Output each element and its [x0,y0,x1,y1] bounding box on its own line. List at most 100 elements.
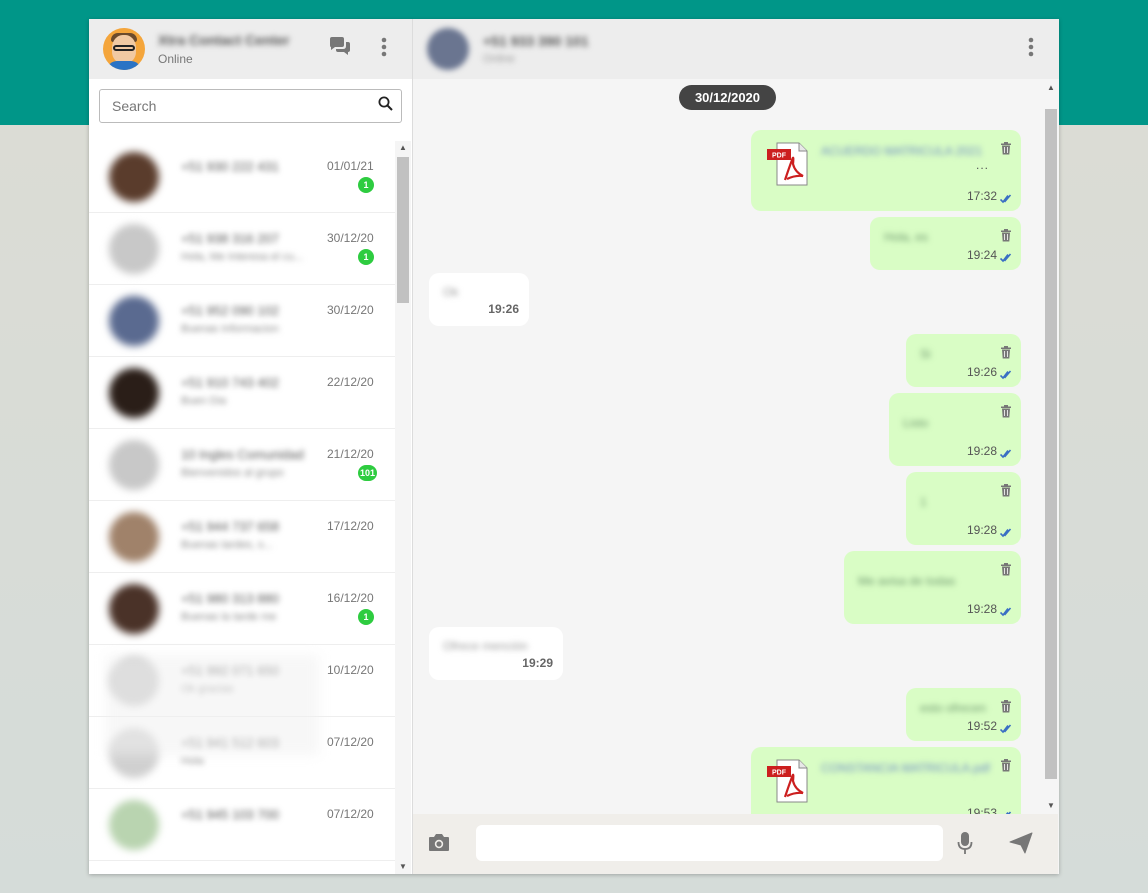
avatar [109,368,159,418]
avatar [109,584,159,634]
avatar [109,512,159,562]
chat-list-item[interactable]: +51 980 313 880 Buenas la tarde me 16/12/2… [89,573,411,645]
my-name: Xtra Contact Center [158,32,290,48]
scrollbar-thumb[interactable] [397,157,409,303]
message-scrollbar[interactable]: ▲ ▼ [1043,79,1059,815]
message-text: esto ofrecen [920,701,987,715]
message-time: 17:32 [966,189,997,203]
outgoing-message[interactable]: Me avisa de todas 19:28 [844,551,1021,624]
scrollbar-thumb[interactable] [1045,109,1057,779]
send-icon[interactable] [1009,832,1033,859]
chat-preview: Hola [181,755,204,767]
date-separator: 30/12/2020 [679,85,776,110]
avatar[interactable] [103,28,145,70]
delete-icon[interactable] [1000,759,1012,772]
message-time: 19:52 [966,719,997,733]
scroll-down-icon[interactable]: ▼ [1043,799,1059,813]
attachment-name[interactable]: ACUERDO MATRICULA 2021 [821,144,982,158]
chat-date: 10/12/20 [327,663,374,677]
read-receipt-icon [999,250,1012,263]
chat-list-item[interactable]: +51 945 103 700 07/12/20 [89,789,411,861]
scroll-up-icon[interactable]: ▲ [395,141,411,155]
read-receipt-icon [999,367,1012,380]
more-text: ... [976,158,990,172]
avatar [109,440,159,490]
chat-preview: Bienvenidos al grupo [181,467,284,479]
chat-name: 10 Ingles Comunidad [181,447,304,462]
conversation-header: +51 933 390 101 Online [413,19,1059,79]
contact-avatar[interactable] [427,28,469,70]
outgoing-message[interactable]: Si 19:26 [906,334,1021,387]
read-receipt-icon [999,721,1012,734]
message-time: 19:28 [966,523,997,537]
message-text: Me avisa de todas [858,574,956,588]
chat-name: +51 980 313 880 [181,591,279,606]
outgoing-message[interactable]: 1 19:28 [906,472,1021,545]
delete-icon[interactable] [1000,484,1012,497]
outgoing-message[interactable]: esto ofrecen 19:52 [906,688,1021,741]
delete-icon[interactable] [1000,346,1012,359]
delete-icon[interactable] [1000,405,1012,418]
message-text: Si [920,347,931,361]
outgoing-message[interactable]: PDF ACUERDO MATRICULA 2021... 17:32 [751,130,1021,211]
unread-badge: 101 [358,465,378,481]
message-time: 19:29 [522,656,553,670]
delete-icon[interactable] [1000,700,1012,713]
chat-name: +51 930 222 431 [181,159,279,174]
menu-icon[interactable] [372,35,396,59]
microphone-icon[interactable] [957,831,973,860]
new-chat-icon[interactable] [328,35,352,59]
outgoing-message[interactable]: Listo 19:28 [889,393,1021,466]
chat-list-item[interactable]: +51 944 737 658 Buenas tardes, s... 17/12/… [89,501,411,573]
unread-badge: 1 [358,249,374,265]
incoming-message[interactable]: Ok 19:26 [429,273,529,326]
chat-name: +51 952 090 102 [181,303,279,318]
scroll-up-icon[interactable]: ▲ [1043,81,1059,95]
chat-date: 30/12/20 [327,231,374,245]
contact-name: +51 933 390 101 [483,33,589,49]
message-text: 1 [920,495,927,509]
message-text: Ofrece mención [443,639,528,653]
chat-name: +51 910 743 402 [181,375,279,390]
message-text: Ok [443,285,459,299]
pdf-file-icon[interactable]: PDF [765,757,813,805]
delete-icon[interactable] [1000,142,1012,155]
avatar [109,800,159,850]
delete-icon[interactable] [1000,229,1012,242]
message-time: 19:28 [966,602,997,616]
scroll-down-icon[interactable]: ▼ [395,860,411,874]
svg-text:PDF: PDF [772,770,787,777]
message-area: 30/12/2020 PDF ACUERDO MATRICULA 2021... 1… [413,79,1042,815]
search-input[interactable] [112,98,378,114]
chat-list: +51 930 222 431 01/01/21 1 +51 938 316 207 H… [89,141,411,874]
chat-list-item[interactable]: 10 Ingles Comunidad Bienvenidos al grupo 2… [89,429,411,501]
chat-date: 22/12/20 [327,375,374,389]
camera-icon[interactable] [427,833,451,858]
outgoing-message[interactable]: Hola, es 19:24 [870,217,1021,270]
chat-preview: Hola, Me Interesa el cu... [181,251,304,263]
delete-icon[interactable] [1000,563,1012,576]
chat-date: 16/12/20 [327,591,374,605]
chat-list-item[interactable]: +51 930 222 431 01/01/21 1 [89,141,411,213]
chat-list-item[interactable]: +51 938 316 207 Hola, Me Interesa el cu..… [89,213,411,285]
message-input[interactable] [476,825,943,861]
outgoing-message[interactable]: PDF CONSTANCIA MATRICULA.pdf 19:53 [751,747,1021,815]
chat-preview: Buenas tardes, s... [181,539,273,551]
sidebar: Xtra Contact Center Online Search +51 93… [89,19,413,874]
chat-list-item[interactable]: +51 910 743 402 Buen Dia 22/12/20 [89,357,411,429]
attachment-name[interactable]: CONSTANCIA MATRICULA.pdf [821,761,990,775]
chat-preview: Buenas la tarde me [181,611,277,623]
my-status: Online [158,52,193,66]
read-receipt-icon [999,525,1012,538]
message-text: Listo [903,416,929,430]
search-icon[interactable] [378,96,393,116]
pdf-file-icon[interactable]: PDF [765,140,813,188]
incoming-message[interactable]: Ofrece mención 19:29 [429,627,563,680]
read-receipt-icon [999,191,1012,204]
chat-list-scrollbar[interactable]: ▲ ▼ [395,141,411,874]
conversation-menu-icon[interactable] [1019,35,1043,59]
sidebar-header: Xtra Contact Center Online [89,19,412,79]
chat-list-item[interactable]: +51 952 090 102 Buenas Informacion 30/12/2… [89,285,411,357]
svg-text:PDF: PDF [772,153,787,160]
avatar [109,224,159,274]
